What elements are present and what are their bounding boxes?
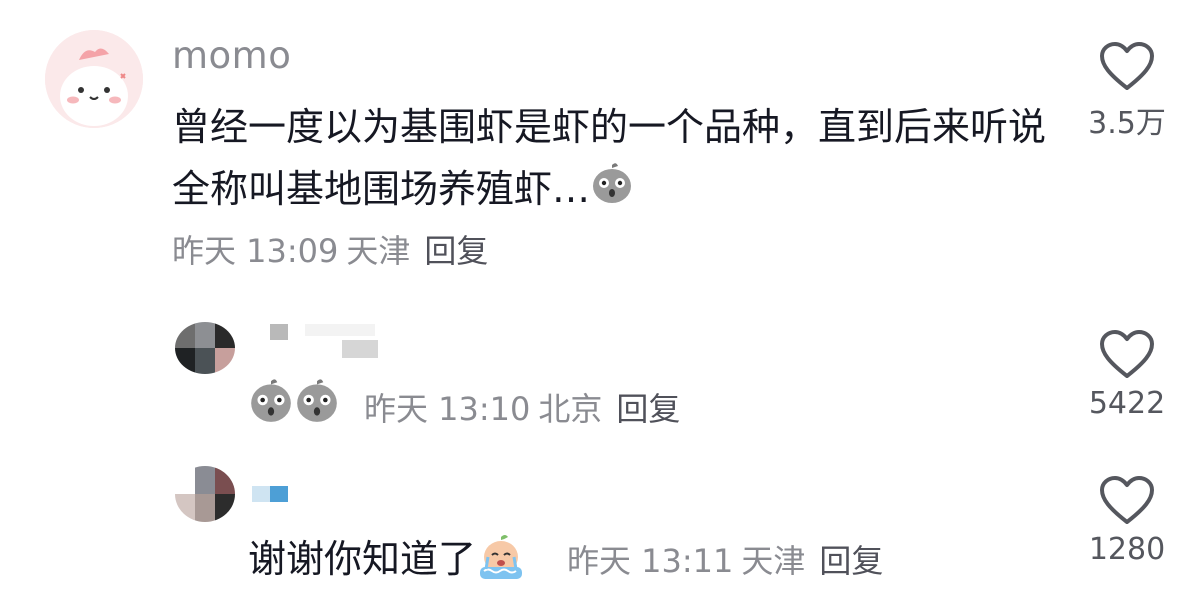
reply-meta: 昨天 13:10 北京 回复 (364, 384, 680, 430)
reply-button[interactable]: 回复 (424, 232, 488, 270)
reply-time: 昨天 13:11 (567, 542, 734, 580)
like-button[interactable]: 1280 (1072, 476, 1182, 567)
crying-face-emoji (476, 533, 526, 590)
reply-avatar[interactable] (175, 466, 235, 522)
like-button[interactable]: 3.5万 (1072, 42, 1182, 142)
reply-avatar[interactable] (175, 322, 235, 374)
like-count: 3.5万 (1088, 106, 1166, 141)
pink-bunny-avatar-icon (45, 30, 143, 128)
reply-button[interactable]: 回复 (616, 390, 680, 428)
reply-username-blurred[interactable] (252, 486, 270, 502)
reply-body: 谢谢你知道了 (248, 528, 526, 590)
comment-username[interactable]: momo (172, 34, 291, 77)
heart-outline-icon (1100, 330, 1154, 378)
comment-location: 天津 (346, 232, 411, 270)
like-count: 1280 (1088, 532, 1166, 567)
reply-username-blurred-part (270, 486, 288, 502)
reply-username-blurred-part (342, 340, 378, 358)
comment-meta: 昨天 13:09 天津 回复 (172, 226, 488, 272)
reply-meta: 昨天 13:11 天津 回复 (567, 536, 883, 582)
comment-time: 昨天 13:09 (172, 232, 339, 270)
like-button[interactable]: 5422 (1072, 330, 1182, 421)
avatar[interactable] (45, 30, 143, 128)
reply-location: 北京 (538, 390, 603, 428)
comment-body: 曾经一度以为基围虾是虾的一个品种，直到后来听说全称叫基地围场养殖虾… (172, 96, 1052, 223)
reply-body (248, 376, 340, 426)
reply-location: 天津 (741, 542, 806, 580)
reply-time: 昨天 13:10 (364, 390, 531, 428)
heart-outline-icon (1100, 476, 1154, 524)
like-count: 5422 (1088, 386, 1166, 421)
reply-username-blurred[interactable] (270, 324, 288, 340)
reply-text: 谢谢你知道了 (248, 537, 477, 581)
shocked-face-emoji (590, 161, 634, 223)
reply-button[interactable]: 回复 (819, 542, 883, 580)
heart-outline-icon (1100, 42, 1154, 90)
shocked-face-emoji (294, 376, 340, 428)
shocked-face-emoji (248, 376, 294, 428)
reply-username-blurred-part (305, 324, 375, 336)
